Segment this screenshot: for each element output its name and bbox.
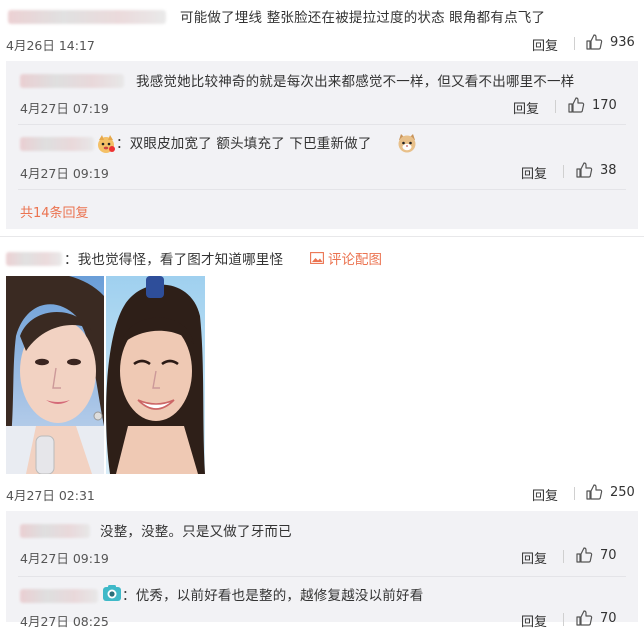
like-button[interactable]: 70 [575, 609, 617, 627]
thumbs-up-icon [568, 97, 585, 113]
reply-time: 4月27日 09:19 [20, 166, 109, 181]
like-count: 170 [592, 97, 617, 113]
thumbs-up-icon [576, 547, 593, 563]
comment-time: 4月27日 02:31 [6, 488, 95, 503]
divider [18, 124, 626, 125]
username-blurred[interactable] [20, 524, 90, 538]
like-button[interactable]: 250 [585, 483, 635, 501]
thumbs-up-icon [576, 162, 593, 178]
like-button[interactable]: 936 [585, 33, 635, 51]
reply-text: 我感觉她比较神奇的就是每次出来都感觉不一样，但又看不出哪里不一样 [136, 74, 575, 90]
reply-text: ：优秀，以前好看也是整的，越修复越没以前好看 [122, 588, 424, 604]
like-count: 38 [600, 162, 617, 178]
more-replies-link[interactable]: 共14条回复 [20, 202, 89, 221]
divider [555, 100, 556, 113]
like-button[interactable]: 70 [575, 546, 617, 564]
picture-icon [310, 252, 324, 264]
reply-time: 4月27日 08:25 [20, 614, 109, 629]
doge-emoji-icon [98, 135, 115, 153]
divider [574, 487, 575, 500]
divider [574, 37, 575, 50]
username-blurred[interactable] [20, 589, 98, 603]
username-blurred[interactable] [6, 252, 62, 266]
comment-image[interactable] [6, 276, 205, 474]
divider [563, 550, 564, 563]
reply-button[interactable]: 回复 [521, 611, 547, 630]
comment-text: 可能做了埋线 整张脸还在被提拉过度的状态 眼角都有点飞了 [180, 10, 546, 26]
divider [563, 613, 564, 626]
reply-button[interactable]: 回复 [513, 98, 539, 117]
reply-time: 4月27日 09:19 [20, 551, 109, 566]
divider [18, 189, 626, 190]
divider [18, 576, 626, 577]
like-count: 936 [610, 34, 635, 50]
comment-time: 4月26日 14:17 [6, 38, 95, 53]
comment-picture-link[interactable]: 评论配图 [310, 248, 382, 268]
reply-time: 4月27日 07:19 [20, 101, 109, 116]
like-button[interactable]: 170 [567, 96, 617, 114]
like-count: 70 [600, 547, 617, 563]
comment-text: ：我也觉得怪，看了图才知道哪里怪 [64, 252, 284, 268]
camera-emoji-icon [103, 585, 121, 601]
cat-emoji-icon [398, 134, 416, 153]
username-blurred[interactable] [20, 137, 94, 151]
like-count: 70 [600, 610, 617, 626]
comparison-photo [6, 276, 205, 474]
thumbs-up-icon [576, 610, 593, 626]
like-count: 250 [610, 484, 635, 500]
username-blurred[interactable] [20, 74, 124, 88]
reply-button[interactable]: 回复 [532, 485, 558, 504]
reply-button[interactable]: 回复 [521, 548, 547, 567]
thumbs-up-icon [586, 484, 603, 500]
divider [0, 236, 644, 237]
username-blurred[interactable] [8, 10, 166, 24]
divider [563, 165, 564, 178]
comment-picture-label: 评论配图 [328, 252, 382, 268]
like-button[interactable]: 38 [575, 161, 617, 179]
reply-button[interactable]: 回复 [521, 163, 547, 182]
reply-text: 没整，没整。只是又做了牙而已 [100, 524, 292, 540]
thumbs-up-icon [586, 34, 603, 50]
reply-text: ：双眼皮加宽了 额头填充了 下巴重新做了 [116, 136, 372, 152]
reply-button[interactable]: 回复 [532, 35, 558, 54]
